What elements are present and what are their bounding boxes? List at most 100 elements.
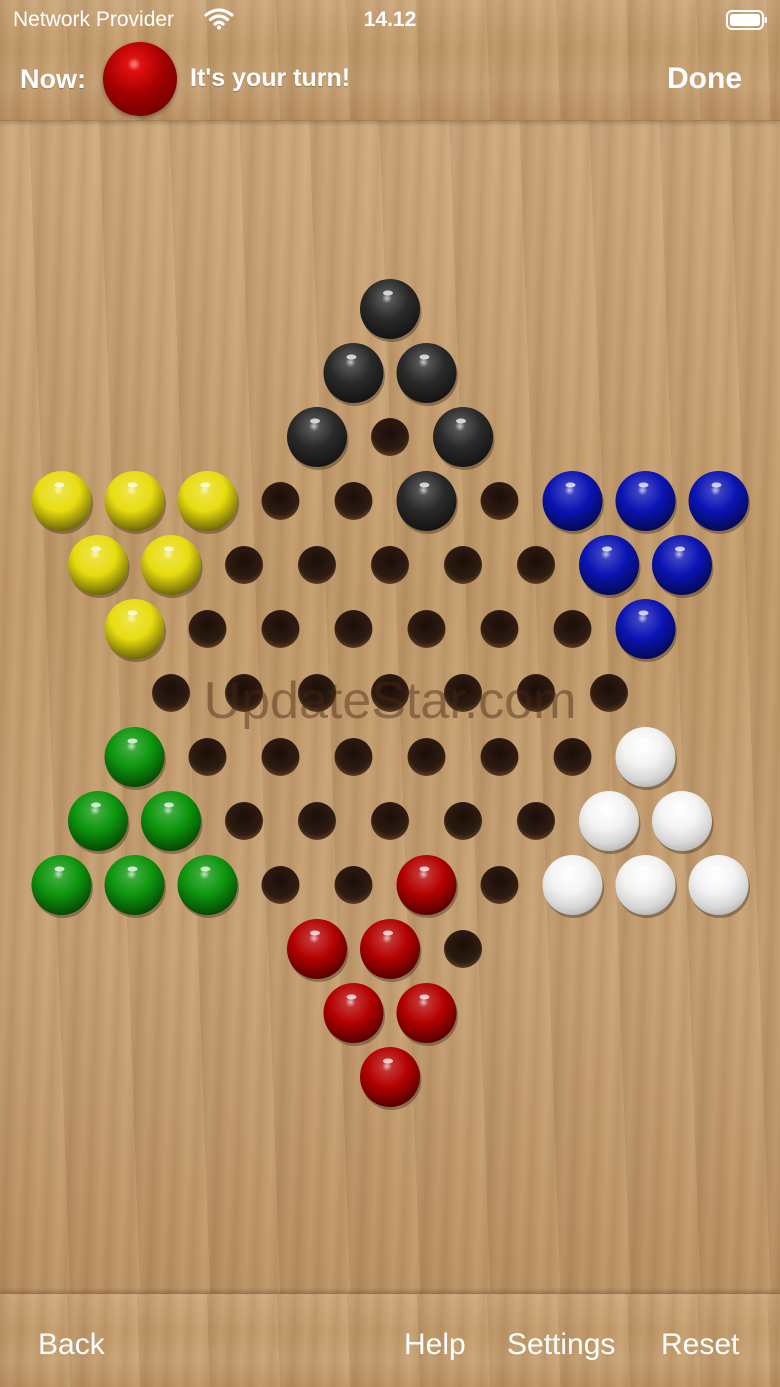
blue-marble[interactable]: [542, 471, 603, 531]
yellow-marble[interactable]: [104, 599, 165, 659]
board-hole[interactable]: [407, 738, 446, 776]
board-hole[interactable]: [371, 418, 409, 456]
board-hole[interactable]: [261, 738, 300, 776]
blue-marble[interactable]: [688, 471, 749, 531]
board-hole[interactable]: [553, 610, 592, 648]
board-hole[interactable]: [553, 738, 592, 776]
board-hole[interactable]: [334, 482, 373, 520]
back-button[interactable]: Back: [38, 1328, 105, 1362]
marble-highlight: [383, 290, 393, 296]
now-label: Now:: [20, 64, 86, 94]
marble-highlight: [675, 802, 685, 808]
green-marble[interactable]: [104, 727, 165, 787]
black-marble[interactable]: [323, 343, 384, 403]
turn-status-text: It's your turn!: [190, 64, 351, 92]
board-hole[interactable]: [334, 738, 373, 776]
green-marble[interactable]: [141, 791, 201, 851]
board-hole[interactable]: [480, 610, 519, 648]
white-marble[interactable]: [542, 855, 603, 915]
black-marble[interactable]: [396, 343, 457, 403]
marble-highlight: [127, 738, 138, 744]
white-marble[interactable]: [615, 855, 676, 915]
board-hole[interactable]: [444, 674, 482, 712]
board-hole[interactable]: [298, 674, 336, 712]
board-hole[interactable]: [444, 930, 482, 968]
green-marble[interactable]: [31, 855, 92, 915]
board-hole[interactable]: [517, 674, 555, 712]
green-marble[interactable]: [68, 791, 128, 851]
black-marble[interactable]: [360, 279, 420, 339]
red-marble[interactable]: [360, 919, 420, 979]
white-marble[interactable]: [688, 855, 749, 915]
marble-highlight: [164, 546, 174, 552]
marble-highlight: [638, 482, 649, 488]
top-bar: Network Provider 14.12 Now: It's your tu…: [0, 0, 780, 121]
yellow-marble[interactable]: [177, 471, 238, 531]
marble-highlight: [127, 866, 138, 872]
board-hole[interactable]: [298, 802, 336, 840]
marble-highlight: [346, 354, 357, 360]
black-marble[interactable]: [287, 407, 347, 467]
marble-highlight: [565, 866, 576, 872]
board-hole[interactable]: [480, 482, 519, 520]
white-marble[interactable]: [615, 727, 676, 787]
board-hole[interactable]: [334, 866, 373, 904]
white-marble[interactable]: [579, 791, 639, 851]
black-marble[interactable]: [396, 471, 457, 531]
green-marble[interactable]: [104, 855, 165, 915]
settings-button[interactable]: Settings: [507, 1328, 615, 1362]
blue-marble[interactable]: [615, 471, 676, 531]
marble-highlight: [638, 738, 649, 744]
board-hole[interactable]: [517, 546, 555, 584]
marble-highlight: [127, 482, 138, 488]
board-canvas: [31, 279, 750, 1110]
help-button[interactable]: Help: [404, 1328, 466, 1362]
red-marble[interactable]: [396, 983, 457, 1043]
board-hole[interactable]: [261, 866, 300, 904]
green-marble[interactable]: [177, 855, 238, 915]
board-hole[interactable]: [334, 610, 373, 648]
marble-highlight: [419, 994, 430, 1000]
board-hole[interactable]: [371, 546, 409, 584]
game-board: UpdateStar.com: [0, 121, 780, 1293]
marble-highlight: [602, 546, 612, 552]
board-hole[interactable]: [444, 546, 482, 584]
marble-highlight: [711, 866, 722, 872]
board-hole[interactable]: [407, 610, 446, 648]
board-hole[interactable]: [188, 610, 227, 648]
board-hole[interactable]: [298, 546, 336, 584]
board-hole[interactable]: [225, 546, 263, 584]
yellow-marble[interactable]: [141, 535, 201, 595]
red-marble[interactable]: [360, 1047, 420, 1107]
yellow-marble[interactable]: [104, 471, 165, 531]
board-hole[interactable]: [225, 674, 263, 712]
board-hole[interactable]: [261, 610, 300, 648]
board-hole[interactable]: [152, 674, 190, 712]
blue-marble[interactable]: [579, 535, 639, 595]
board-hole[interactable]: [517, 802, 555, 840]
board-hole[interactable]: [261, 482, 300, 520]
done-button[interactable]: Done: [667, 62, 742, 96]
board-hole[interactable]: [371, 802, 409, 840]
yellow-marble[interactable]: [31, 471, 92, 531]
marble-highlight: [419, 482, 430, 488]
blue-marble[interactable]: [652, 535, 712, 595]
blue-marble[interactable]: [615, 599, 676, 659]
red-marble[interactable]: [323, 983, 384, 1043]
white-marble[interactable]: [652, 791, 712, 851]
yellow-marble[interactable]: [68, 535, 128, 595]
board-hole[interactable]: [444, 802, 482, 840]
black-marble[interactable]: [433, 407, 493, 467]
marble-highlight: [310, 930, 320, 936]
board-hole[interactable]: [188, 738, 227, 776]
reset-button[interactable]: Reset: [661, 1328, 739, 1362]
board-hole[interactable]: [480, 866, 519, 904]
red-marble[interactable]: [287, 919, 347, 979]
board-hole[interactable]: [480, 738, 519, 776]
board-hole[interactable]: [590, 674, 628, 712]
red-marble[interactable]: [396, 855, 457, 915]
board-hole[interactable]: [225, 802, 263, 840]
board-hole[interactable]: [371, 674, 409, 712]
marble-highlight: [127, 610, 138, 616]
marble-highlight: [310, 418, 320, 424]
